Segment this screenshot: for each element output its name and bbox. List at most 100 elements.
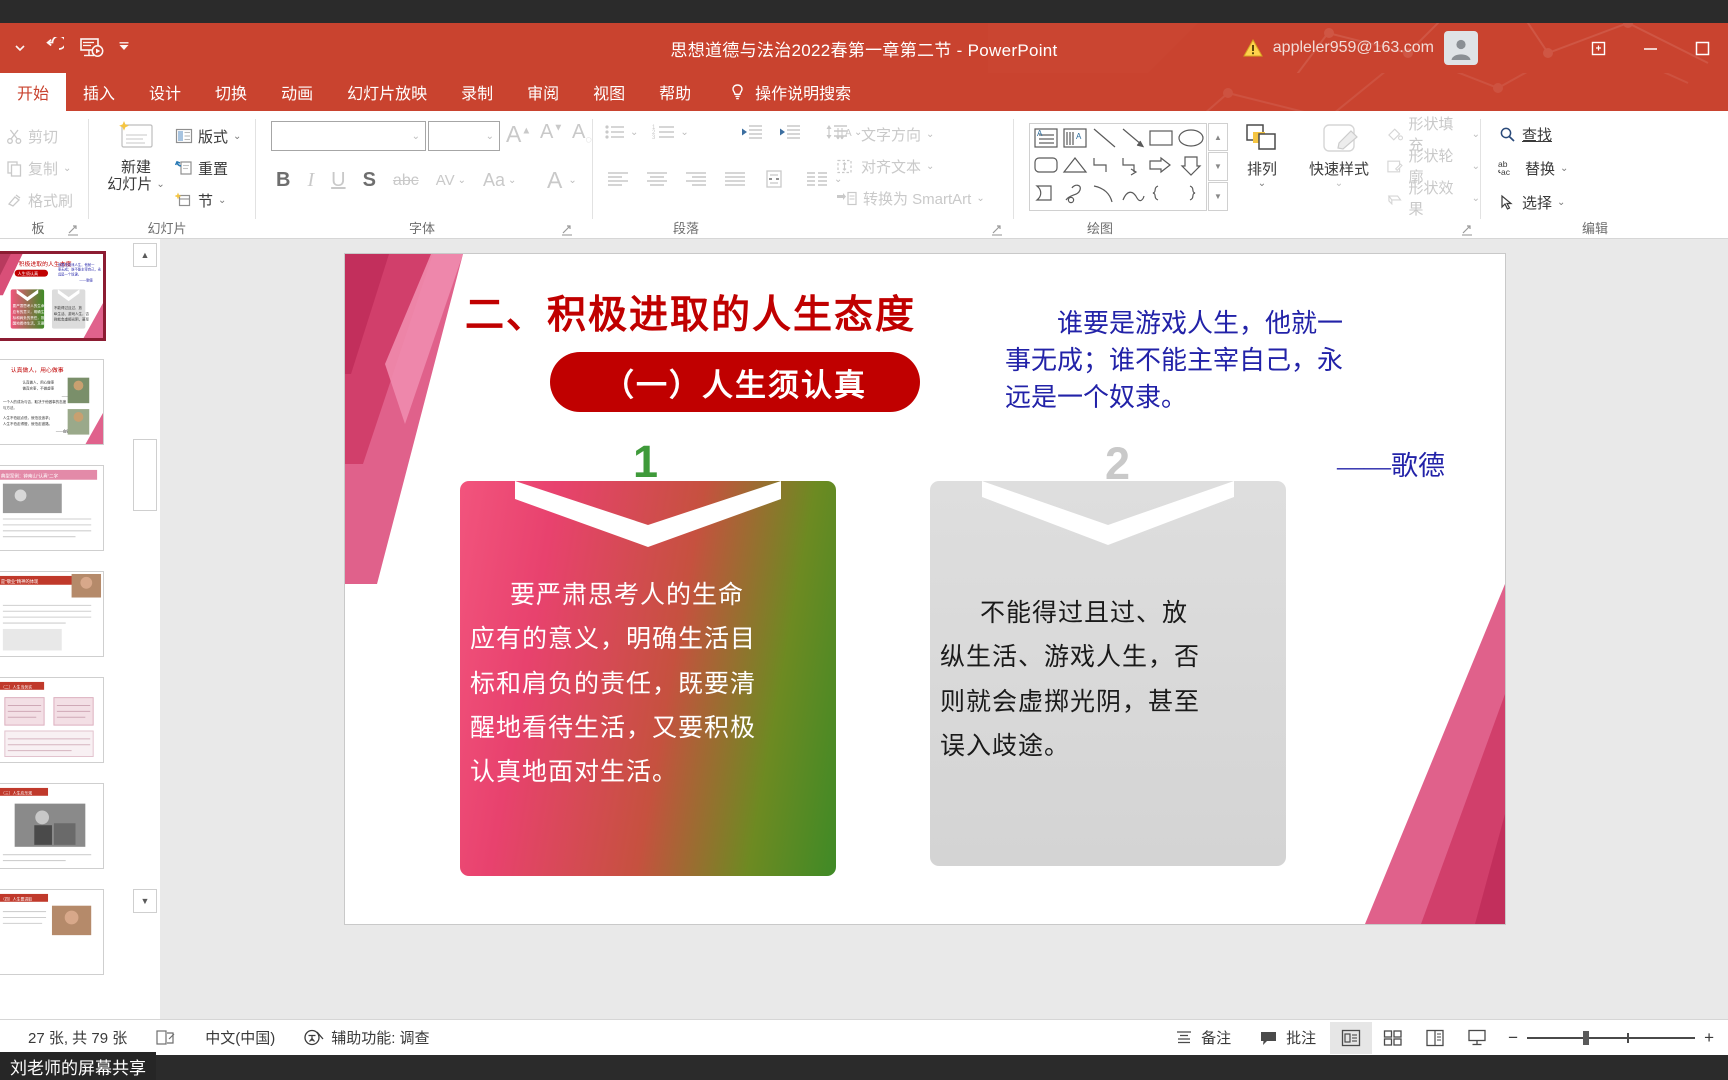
chevron-down-icon[interactable]: ⌄ <box>508 175 516 186</box>
new-slide-button[interactable]: 新建 幻灯片 ⌄ <box>103 119 169 194</box>
align-left-icon[interactable] <box>606 170 630 188</box>
thumbnail-slide-5[interactable]: （二）人生当务实 <box>0 677 104 763</box>
underline-button[interactable]: U <box>331 169 345 192</box>
tab-design[interactable]: 设计 <box>132 73 198 111</box>
language-indicator[interactable]: 中文(中国) <box>191 1020 289 1056</box>
chevron-down-icon[interactable]: ⌄ <box>976 193 984 204</box>
normal-view-icon[interactable] <box>1330 1021 1373 1054</box>
text-direction-button[interactable]: A 文字方向 ⌄ <box>836 119 934 149</box>
find-button[interactable]: 查找 <box>1498 119 1552 149</box>
align-right-icon[interactable] <box>684 170 708 188</box>
tab-record[interactable]: 录制 <box>444 73 510 111</box>
chevron-down-icon[interactable]: ⌄ <box>1472 161 1480 172</box>
font-color-button[interactable]: A ⌄ <box>547 167 577 194</box>
tab-transitions[interactable]: 切换 <box>198 73 264 111</box>
chevron-down-icon[interactable]: ⌄ <box>1258 178 1266 190</box>
distribute-text-icon[interactable] <box>762 169 786 189</box>
copy-button[interactable]: 复制 ⌄ <box>6 153 71 183</box>
scroll-thumb[interactable] <box>133 439 157 511</box>
thumbnail-slide-3[interactable]: 典型案例：钟南山"认真"二字 <box>0 465 104 551</box>
section-button[interactable]: 节 ⌄ <box>175 185 226 215</box>
thumbnail-slide-2[interactable]: 认真做人，用心做事 认真做人，用心做事做真实事，不做虚事 ——格言 一个人的成功… <box>0 359 104 445</box>
shape-effects-button[interactable]: 形状效果 ⌄ <box>1386 180 1480 218</box>
convert-smartart-button[interactable]: 转换为 SmartArt ⌄ <box>836 183 985 213</box>
chevron-down-icon[interactable]: ⌄ <box>156 179 164 191</box>
strikethrough-button[interactable]: abc <box>393 172 419 190</box>
select-button[interactable]: 选择 ⌄ <box>1498 187 1565 217</box>
drawing-dialog-launcher-icon[interactable] <box>1460 223 1474 237</box>
chevron-down-icon[interactable]: ⌄ <box>630 127 638 138</box>
thumbnail-scrollbar[interactable]: ▲ ▼ <box>130 239 160 1019</box>
reset-button[interactable]: 重置 <box>175 153 228 183</box>
grow-font-button[interactable]: A▲ <box>506 121 531 148</box>
chevron-down-icon[interactable]: ⌄ <box>1335 178 1343 190</box>
warning-triangle-icon[interactable] <box>1242 38 1263 58</box>
slideshow-view-icon[interactable] <box>1456 1022 1498 1054</box>
shapes-scroll-up-icon[interactable]: ▲ <box>1208 123 1228 151</box>
replace-button[interactable]: ab ac 替换 ⌄ <box>1498 153 1568 183</box>
text-shadow-button[interactable]: S <box>363 169 376 192</box>
avatar[interactable] <box>1444 31 1478 65</box>
chevron-down-icon[interactable]: ⌄ <box>458 175 466 186</box>
thumbnail-slide-7[interactable]: （四）人生要进取 <box>0 889 104 975</box>
tab-help[interactable]: 帮助 <box>642 73 708 111</box>
slide-card-2[interactable]: 不能得过且过、放 纵生活、游戏人生，否 则就会虚掷光阴，甚至 误入歧途。 <box>930 481 1286 866</box>
arrange-button[interactable]: 排列 ⌄ <box>1232 121 1292 190</box>
quote-attribution[interactable]: ——歌德 <box>1005 444 1445 483</box>
tab-review[interactable]: 审阅 <box>510 73 576 111</box>
customize-qat-icon[interactable] <box>112 31 136 65</box>
character-spacing-button[interactable]: AV ⌄ <box>436 172 466 189</box>
tab-insert[interactable]: 插入 <box>66 73 132 111</box>
slide-subtitle-pill[interactable]: （一）人生须认真 <box>550 352 920 412</box>
zoom-slider-handle[interactable] <box>1583 1030 1590 1045</box>
chevron-down-icon[interactable]: ⌄ <box>568 175 576 186</box>
bold-button[interactable]: B <box>276 169 290 192</box>
account-email[interactable]: appleler959@163.com <box>1273 39 1434 57</box>
italic-button[interactable]: I <box>307 169 314 192</box>
accessibility-status[interactable]: 辅助功能: 调查 <box>289 1020 443 1056</box>
chevron-down-icon[interactable]: ⌄ <box>486 131 494 142</box>
thumbnail-slide-1[interactable]: 积极进取的人生态度 人生须认真 谁要是游戏人生，他就一 事无成；谁不能主宰自己，… <box>0 251 106 341</box>
chevron-down-icon[interactable]: ⌄ <box>926 161 934 172</box>
justify-icon[interactable] <box>723 170 747 188</box>
chevron-down-icon[interactable]: ⌄ <box>63 163 71 174</box>
shrink-font-button[interactable]: A▼ <box>540 121 563 144</box>
format-painter-button[interactable]: 格式刷 <box>6 185 73 215</box>
restore-window-icon[interactable] <box>1572 23 1624 73</box>
zoom-control[interactable]: − + <box>1498 1028 1728 1048</box>
thumbnail-slide-6[interactable]: （三）人生应乐观 <box>0 783 104 869</box>
chevron-down-icon[interactable]: ⌄ <box>1472 193 1480 204</box>
align-center-icon[interactable] <box>645 170 669 188</box>
current-slide[interactable]: 二、积极进取的人生态度 （一）人生须认真 谁要是游戏人生，他就一 事无成；谁不能… <box>345 254 1505 924</box>
chevron-down-icon[interactable]: ⌄ <box>926 129 934 140</box>
numbering-button[interactable]: 1 2 3 ⌄ <box>652 123 688 141</box>
zoom-out-button[interactable]: − <box>1508 1028 1518 1048</box>
chevron-down-icon[interactable]: ⌄ <box>412 131 420 142</box>
increase-indent-icon[interactable] <box>778 123 802 141</box>
thumbnail-slide-4[interactable]: 是"敬业"精神的体现 <box>0 571 104 657</box>
chevron-down-icon[interactable]: ⌄ <box>1557 197 1565 208</box>
decrease-indent-icon[interactable] <box>740 123 764 141</box>
shapes-more-icon[interactable]: ▼ <box>1208 182 1228 211</box>
chevron-down-icon[interactable]: ⌄ <box>1472 129 1480 140</box>
qat-overflow-chevron[interactable] <box>8 31 32 65</box>
zoom-slider[interactable] <box>1527 1030 1696 1045</box>
slide-card-1[interactable]: 要严肃思考人的生命 应有的意义，明确生活目 标和肩负的责任，既要清 醒地看待生活… <box>460 481 836 876</box>
layout-button[interactable]: 版式 ⌄ <box>175 121 241 151</box>
font-size-input[interactable]: ⌄ <box>428 121 500 151</box>
scroll-up-icon[interactable]: ▲ <box>133 243 157 267</box>
tab-animations[interactable]: 动画 <box>264 73 330 111</box>
chevron-down-icon[interactable]: ⌄ <box>218 195 226 206</box>
tab-home[interactable]: 开始 <box>0 73 67 111</box>
slide-canvas-area[interactable]: 二、积极进取的人生态度 （一）人生须认真 谁要是游戏人生，他就一 事无成；谁不能… <box>160 239 1728 1019</box>
scroll-down-icon[interactable]: ▼ <box>133 889 157 913</box>
tab-slideshow[interactable]: 幻灯片放映 <box>330 73 444 111</box>
change-case-button[interactable]: Aa ⌄ <box>483 170 516 191</box>
chevron-down-icon[interactable]: ⌄ <box>680 127 688 138</box>
quick-styles-button[interactable]: 快速样式 ⌄ <box>1302 121 1376 190</box>
chevron-down-icon[interactable]: ⌄ <box>233 131 241 142</box>
comments-button[interactable]: 批注 <box>1245 1020 1330 1056</box>
chevron-down-icon[interactable]: ⌄ <box>1560 163 1568 174</box>
font-name-input[interactable]: ⌄ <box>271 121 426 151</box>
slideshow-from-start-icon[interactable] <box>74 31 108 65</box>
